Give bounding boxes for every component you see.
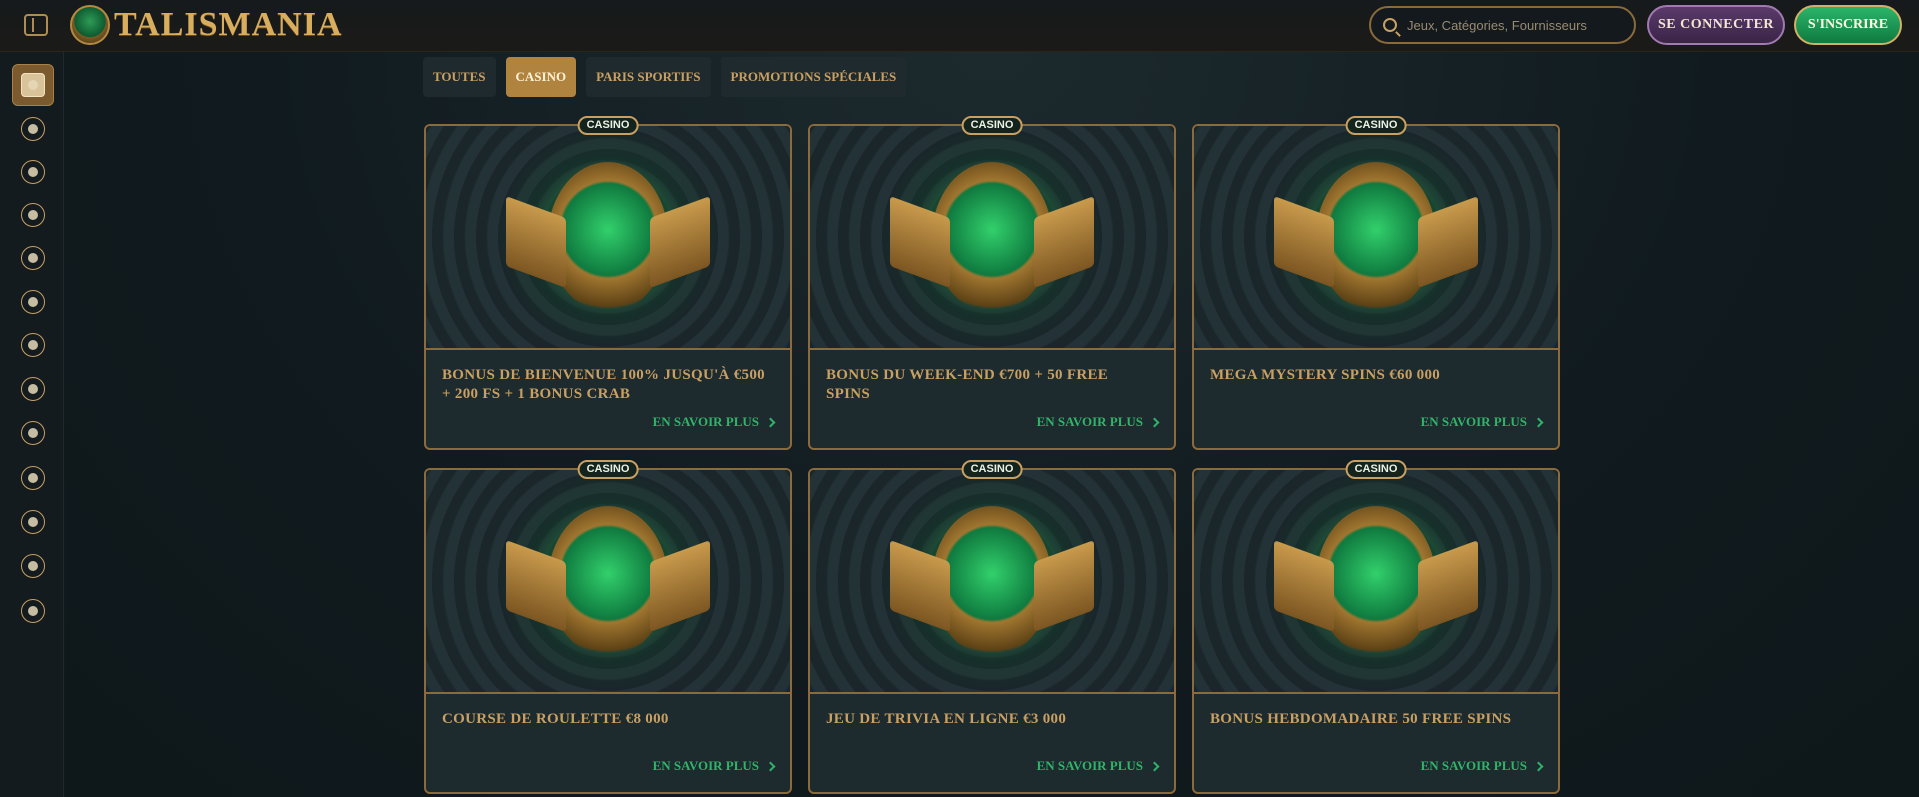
learn-more-link[interactable]: EN SAVOIR PLUS	[1036, 414, 1160, 430]
promotion-tabs: TOUTES CASINO PARIS SPORTIFS PROMOTIONS …	[423, 57, 907, 97]
learn-more-link[interactable]: EN SAVOIR PLUS	[652, 414, 776, 430]
learn-more-label: EN SAVOIR PLUS	[1420, 414, 1527, 429]
promotions-icon	[21, 73, 45, 97]
learn-more-label: EN SAVOIR PLUS	[1036, 758, 1143, 773]
category-badge: CASINO	[577, 460, 639, 479]
sidebar-item-play[interactable]	[12, 324, 54, 366]
tab-casino[interactable]: CASINO	[505, 57, 577, 97]
sidebar-item-chat[interactable]	[12, 501, 54, 543]
login-button[interactable]: SE CONNECTER	[1647, 5, 1785, 45]
promotion-image	[1194, 126, 1558, 350]
sidebar-item-soccer[interactable]	[12, 281, 54, 323]
serpent-emblem-icon	[548, 506, 668, 656]
promotion-image	[426, 470, 790, 694]
sidebar-item-gamepad[interactable]	[12, 368, 54, 410]
category-badge: CASINO	[577, 116, 639, 135]
promotion-title: JEU DE TRIVIA EN LIGNE €3 000	[826, 711, 1067, 727]
promotion-image	[1194, 470, 1558, 694]
category-badge: CASINO	[1345, 116, 1407, 135]
sidebar-item-clover[interactable]	[12, 237, 54, 279]
promotion-card[interactable]: CASINO BONUS DU WEEK-END €700 + 50 FREE …	[808, 116, 1176, 450]
casino-icon	[21, 160, 45, 184]
tab-toutes[interactable]: TOUTES	[423, 57, 496, 97]
brand-logo[interactable]: TALISMANIA	[70, 4, 343, 46]
tab-promotions-speciales[interactable]: PROMOTIONS SPÉCIALES	[720, 57, 907, 97]
learn-more-label: EN SAVOIR PLUS	[652, 758, 759, 773]
search-icon	[1383, 18, 1397, 32]
brand-name: TALISMANIA	[114, 6, 343, 43]
learn-more-label: EN SAVOIR PLUS	[1420, 758, 1527, 773]
category-badge: CASINO	[1345, 460, 1407, 479]
promotion-card[interactable]: CASINO JEU DE TRIVIA EN LIGNE €3 000 EN …	[808, 460, 1176, 794]
category-badge: CASINO	[961, 116, 1023, 135]
promotion-title: COURSE DE ROULETTE €8 000	[442, 711, 669, 727]
category-badge: CASINO	[961, 460, 1023, 479]
serpent-emblem-icon	[932, 506, 1052, 656]
promotion-image	[810, 470, 1174, 694]
chevron-right-icon	[765, 761, 776, 771]
search-box[interactable]	[1369, 6, 1636, 44]
promotion-card[interactable]: CASINO BONUS HEBDOMADAIRE 50 FREE SPINS …	[1192, 460, 1560, 794]
promotion-image	[810, 126, 1174, 350]
learn-more-link[interactable]: EN SAVOIR PLUS	[1420, 414, 1544, 430]
bank-icon	[21, 554, 45, 578]
promotion-card[interactable]: CASINO COURSE DE ROULETTE €8 000 EN SAVO…	[424, 460, 792, 794]
promotion-title: BONUS DE BIENVENUE 100% JUSQU'À €500 + 2…	[442, 367, 765, 402]
sidebar-item-casino[interactable]	[12, 151, 54, 193]
learn-more-link[interactable]: EN SAVOIR PLUS	[1420, 758, 1544, 774]
learn-more-label: EN SAVOIR PLUS	[652, 414, 759, 429]
sidebar-item-bank[interactable]	[12, 545, 54, 587]
chevron-right-icon	[765, 417, 776, 427]
learn-more-link[interactable]: EN SAVOIR PLUS	[652, 758, 776, 774]
chevron-right-icon	[1533, 761, 1544, 771]
trophy-icon	[21, 466, 45, 490]
sidebar-item-trophy[interactable]	[12, 457, 54, 499]
horus-emblem-icon	[1316, 506, 1436, 656]
anubis-emblem-icon	[1316, 162, 1436, 312]
sidebar-item-sport[interactable]	[12, 108, 54, 150]
diamond-icon	[21, 599, 45, 623]
promotion-card[interactable]: CASINO BONUS DE BIENVENUE 100% JUSQU'À €…	[424, 116, 792, 450]
soccer-icon	[21, 290, 45, 314]
scarab-logo-icon	[70, 5, 110, 45]
sidebar-item-diamond[interactable]	[12, 590, 54, 632]
chevron-right-icon	[1149, 417, 1160, 427]
gamepad-icon	[21, 377, 45, 401]
promotion-title: BONUS HEBDOMADAIRE 50 FREE SPINS	[1210, 711, 1512, 727]
chevron-right-icon	[1533, 417, 1544, 427]
promotion-title: MEGA MYSTERY SPINS €60 000	[1210, 367, 1441, 383]
sidebar	[0, 52, 64, 797]
ribbon-icon	[21, 421, 45, 445]
signup-button[interactable]: S'INSCRIRE	[1794, 5, 1902, 45]
play-icon	[21, 333, 45, 357]
chevron-right-icon	[1149, 761, 1160, 771]
promotion-title: BONUS DU WEEK-END €700 + 50 FREE SPINS	[826, 367, 1109, 402]
chat-icon	[21, 510, 45, 534]
search-input[interactable]	[1407, 17, 1627, 33]
learn-more-label: EN SAVOIR PLUS	[1036, 414, 1143, 429]
tab-paris-sportifs[interactable]: PARIS SPORTIFS	[586, 57, 711, 97]
sidebar-toggle-icon[interactable]	[24, 14, 48, 36]
sidebar-item-ribbon[interactable]	[12, 412, 54, 454]
top-header: TALISMANIA SE CONNECTER S'INSCRIRE	[0, 0, 1919, 52]
sidebar-item-promotions[interactable]	[12, 64, 54, 106]
serpent-emblem-icon	[932, 162, 1052, 312]
promotion-card[interactable]: CASINO MEGA MYSTERY SPINS €60 000 EN SAV…	[1192, 116, 1560, 450]
promotion-image	[426, 126, 790, 350]
learn-more-link[interactable]: EN SAVOIR PLUS	[1036, 758, 1160, 774]
scarab-emblem-icon	[548, 162, 668, 312]
cards-icon	[21, 203, 45, 227]
sport-icon	[21, 117, 45, 141]
sidebar-item-cards[interactable]	[12, 194, 54, 236]
clover-icon	[21, 246, 45, 270]
